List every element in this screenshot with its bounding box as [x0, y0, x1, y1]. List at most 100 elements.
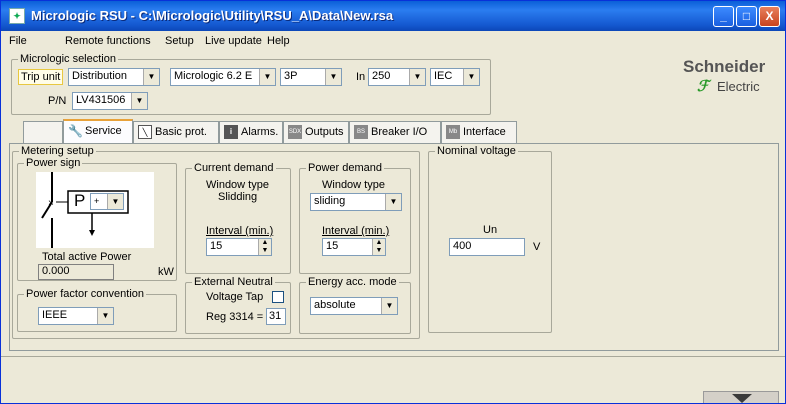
chevron-down-icon: ▼	[385, 194, 401, 210]
power-factor-select[interactable]: IEEE ▼	[38, 307, 114, 325]
voltage-tap-label: Voltage Tap	[206, 291, 264, 303]
chevron-down-icon: ▼	[259, 69, 275, 85]
menu-help[interactable]: Help	[267, 35, 290, 47]
poles-select[interactable]: 3P ▼	[280, 68, 342, 86]
chevron-down-icon: ▼	[409, 69, 425, 85]
trip-unit-value: Distribution	[72, 70, 128, 82]
power-sign-value: +	[94, 196, 100, 206]
external-neutral-group: External Neutral Voltage Tap Reg 3314 = …	[185, 276, 291, 334]
power-sign-diagram: × P + ▼	[36, 172, 154, 248]
tab-basic-prot[interactable]: ╲ Basic prot.	[133, 121, 219, 143]
trip-unit-label: Trip unit	[18, 69, 64, 85]
model-value: Micrologic 6.2 E	[174, 70, 253, 82]
power-interval-value: 15	[326, 240, 339, 252]
modbus-icon: Mb	[446, 125, 460, 139]
reg-3314-value: 31	[266, 308, 286, 325]
un-input[interactable]: 400	[449, 238, 525, 256]
schneider-logo: Schneider ℱ Electric	[681, 57, 777, 101]
pn-value: LV431506	[76, 94, 126, 106]
total-active-power-unit: kW	[158, 266, 174, 278]
energy-mode-value: absolute	[314, 299, 356, 311]
tab-interface[interactable]: Mb Interface	[441, 121, 517, 143]
bsc-icon: BS	[354, 125, 368, 139]
power-factor-label: Power factor convention	[24, 288, 147, 300]
metering-setup-label: Metering setup	[19, 145, 96, 157]
tab-alarms-label: Alarms.	[241, 125, 279, 138]
standard-select[interactable]: IEC ▼	[430, 68, 480, 86]
logo-leaf-icon: ℱ	[697, 78, 709, 95]
pn-select[interactable]: LV431506 ▼	[72, 92, 148, 110]
spinner-arrows-icon[interactable]: ▲ ▼	[372, 239, 385, 255]
total-active-power-value: 0.000	[38, 264, 114, 280]
power-window-type-value: sliding	[314, 195, 346, 207]
micrologic-selection-label: Micrologic selection	[18, 53, 118, 65]
current-interval-spinner[interactable]: 15 ▲ ▼	[206, 238, 272, 256]
breaker-symbol-icon: ×	[41, 172, 129, 248]
menu-live-update[interactable]: Live update	[205, 35, 262, 47]
poles-value: 3P	[284, 70, 298, 82]
menu-setup[interactable]: Setup	[165, 35, 194, 47]
tab-service[interactable]: 🔧 Service	[63, 119, 133, 143]
power-sign-label: Power sign	[24, 157, 83, 169]
in-label: In	[356, 71, 366, 83]
metering-setup-group: Metering setup Power sign × P + ▼ Total …	[12, 145, 420, 339]
menu-remote-functions[interactable]: Remote functions	[65, 35, 151, 47]
power-interval-spinner[interactable]: 15 ▲ ▼	[322, 238, 386, 256]
window-title: Micrologic RSU - C:\Micrologic\Utility\R…	[31, 8, 394, 23]
power-sign-select[interactable]: + ▼	[90, 193, 124, 210]
trip-unit-select[interactable]: Distribution ▼	[68, 68, 160, 86]
chevron-down-icon: ▼	[107, 194, 123, 209]
energy-mode-select[interactable]: absolute ▼	[310, 297, 398, 315]
app-window: ✦ Micrologic RSU - C:\Micrologic\Utility…	[0, 0, 786, 404]
info-icon: i	[224, 125, 238, 139]
chevron-down-icon: ▼	[143, 69, 159, 85]
chevron-down-icon: ▼	[325, 69, 341, 85]
nominal-voltage-label: Nominal voltage	[435, 145, 518, 157]
external-neutral-label: External Neutral	[192, 276, 275, 288]
svg-text:×: ×	[48, 198, 54, 209]
spinner-arrows-icon[interactable]: ▲ ▼	[258, 239, 271, 255]
menu-bar: File Remote functions Setup Live update …	[1, 31, 785, 51]
power-demand-group: Power demand Window type sliding ▼ Inter…	[299, 162, 411, 274]
triangle-down-icon	[732, 394, 752, 403]
un-label: Un	[483, 224, 498, 236]
title-bar[interactable]: ✦ Micrologic RSU - C:\Micrologic\Utility…	[1, 1, 785, 31]
un-unit: V	[533, 241, 541, 253]
power-demand-label: Power demand	[306, 162, 384, 174]
micrologic-selection-group: Micrologic selection Trip unit Distribut…	[11, 53, 491, 115]
chevron-down-icon: ▼	[463, 69, 479, 85]
curve-icon: ╲	[138, 125, 152, 139]
close-button[interactable]: X	[759, 6, 780, 27]
app-icon: ✦	[9, 8, 25, 24]
tab-breaker-io[interactable]: BS Breaker I/O	[349, 121, 441, 143]
power-factor-value: IEEE	[42, 309, 68, 321]
sdx-icon: SDX	[288, 125, 302, 139]
reg-3314-label: Reg 3314 =	[206, 311, 264, 323]
current-window-type-value: Slidding	[218, 191, 258, 203]
tab-outputs-label: Outputs	[305, 125, 344, 138]
logo-text-schneider: Schneider	[683, 57, 766, 76]
service-tab-panel: Metering setup Power sign × P + ▼ Total …	[9, 143, 779, 351]
in-select[interactable]: 250 ▼	[368, 68, 426, 86]
model-select[interactable]: Micrologic 6.2 E ▼	[170, 68, 276, 86]
power-sign-group: Power sign × P + ▼ Total active Power 0.…	[17, 157, 177, 281]
chevron-down-icon: ▼	[381, 298, 397, 314]
power-window-type-label: Window type	[322, 179, 385, 191]
current-interval-label: Interval (min.)	[206, 225, 274, 237]
expand-panel-button[interactable]	[703, 391, 779, 403]
tab-outputs[interactable]: SDX Outputs	[283, 121, 349, 143]
chevron-down-icon: ▼	[97, 308, 113, 324]
minimize-button[interactable]: _	[713, 6, 734, 27]
nominal-voltage-group: Nominal voltage Un 400 V	[428, 145, 552, 333]
status-separator	[1, 356, 785, 357]
tab-breaker-io-label: Breaker I/O	[371, 125, 428, 138]
voltage-tap-checkbox[interactable]	[272, 291, 284, 303]
menu-file[interactable]: File	[9, 35, 27, 47]
tab-alarms[interactable]: i Alarms.	[219, 121, 283, 143]
maximize-button[interactable]: □	[736, 6, 757, 27]
tab-service-label: Service	[85, 124, 122, 137]
tab-interface-label: Interface	[463, 125, 506, 138]
total-active-power-label: Total active Power	[42, 251, 132, 263]
current-interval-value: 15	[210, 240, 223, 252]
power-window-type-select[interactable]: sliding ▼	[310, 193, 402, 211]
